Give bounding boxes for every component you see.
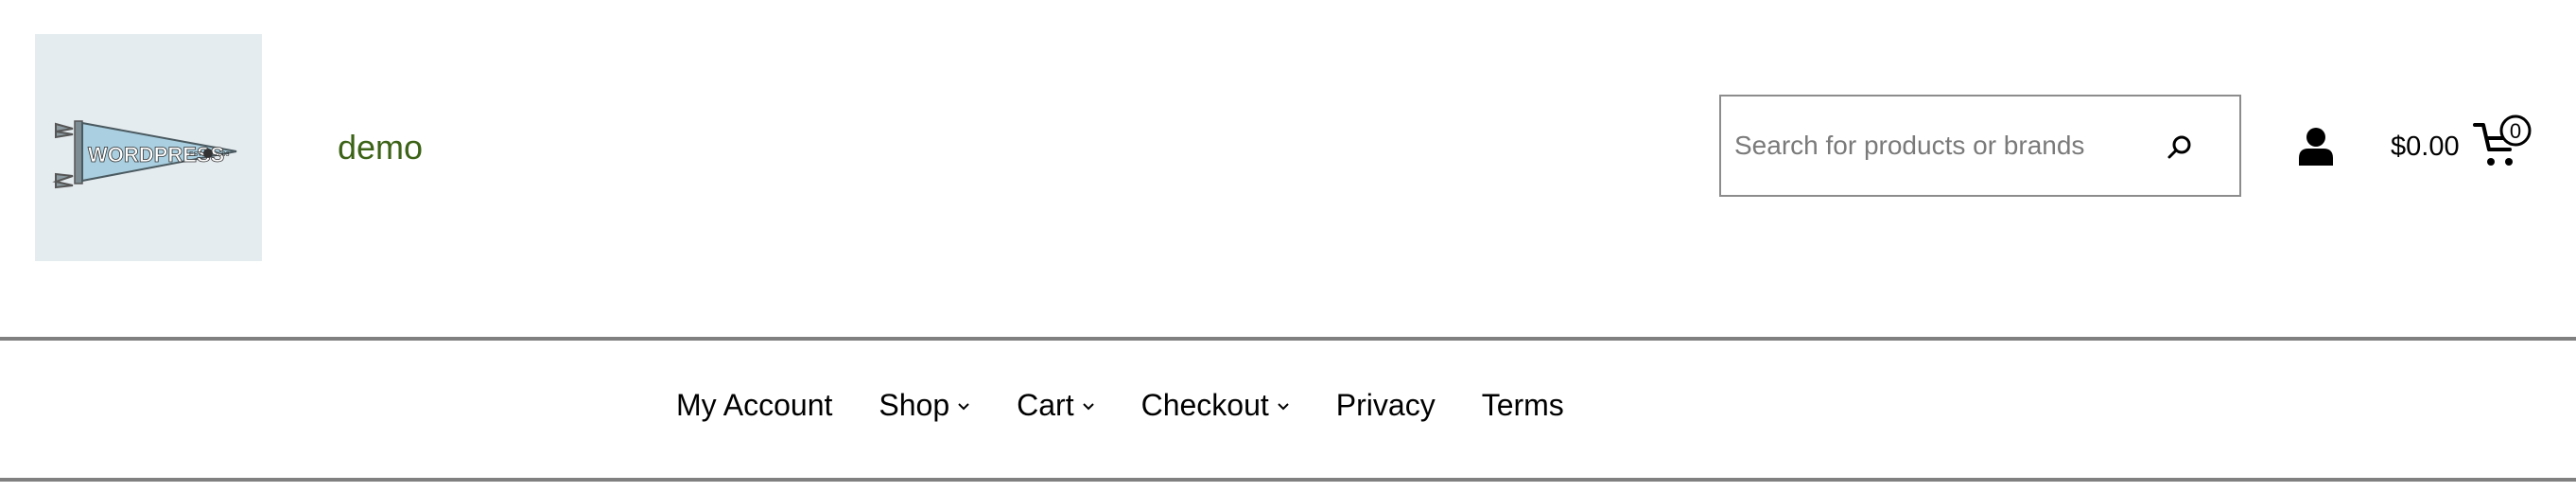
nav-item-privacy[interactable]: Privacy xyxy=(1336,388,1436,423)
wordpress-pennant-logo: WORDPRESS EST. 2003 xyxy=(52,120,237,189)
pennant-year-text: 2003 xyxy=(215,151,230,158)
nav-item-label: Checkout xyxy=(1140,388,1269,422)
site-title[interactable]: demo xyxy=(338,128,423,167)
search-form xyxy=(1719,95,2241,197)
search-button[interactable] xyxy=(2161,129,2199,167)
chevron-down-icon xyxy=(958,402,969,410)
nav-bottom-divider xyxy=(0,478,2576,482)
nav-item-label: Shop xyxy=(879,388,950,422)
chevron-down-icon xyxy=(1082,402,1094,410)
cart-button[interactable]: 0 xyxy=(2472,114,2538,172)
cart-icon: 0 xyxy=(2473,114,2532,166)
nav-top-divider xyxy=(0,337,2576,341)
account-button[interactable] xyxy=(2298,127,2334,167)
nav-item-label: Terms xyxy=(1481,388,1564,422)
nav-item-cart[interactable]: Cart xyxy=(1017,388,1094,423)
cart-total[interactable]: $0.00 xyxy=(2391,132,2460,163)
pennant-est-text: EST. xyxy=(189,151,203,158)
search-input[interactable] xyxy=(1734,125,2150,167)
nav-item-checkout[interactable]: Checkout xyxy=(1141,388,1290,423)
nav-item-my-account[interactable]: My Account xyxy=(676,388,832,423)
nav-item-label: My Account xyxy=(676,388,833,422)
nav-item-label: Cart xyxy=(1017,388,1074,422)
user-icon xyxy=(2299,128,2333,166)
cart-count-badge: 0 xyxy=(2510,119,2521,143)
nav-item-terms[interactable]: Terms xyxy=(1482,388,1564,423)
site-logo[interactable]: WORDPRESS EST. 2003 xyxy=(35,34,262,261)
primary-navigation: My Account Shop Cart Checkout Privacy Te… xyxy=(676,388,1610,423)
nav-item-label: Privacy xyxy=(1335,388,1436,422)
search-icon xyxy=(2167,135,2191,159)
nav-item-shop[interactable]: Shop xyxy=(879,388,970,423)
chevron-down-icon xyxy=(1278,402,1289,410)
